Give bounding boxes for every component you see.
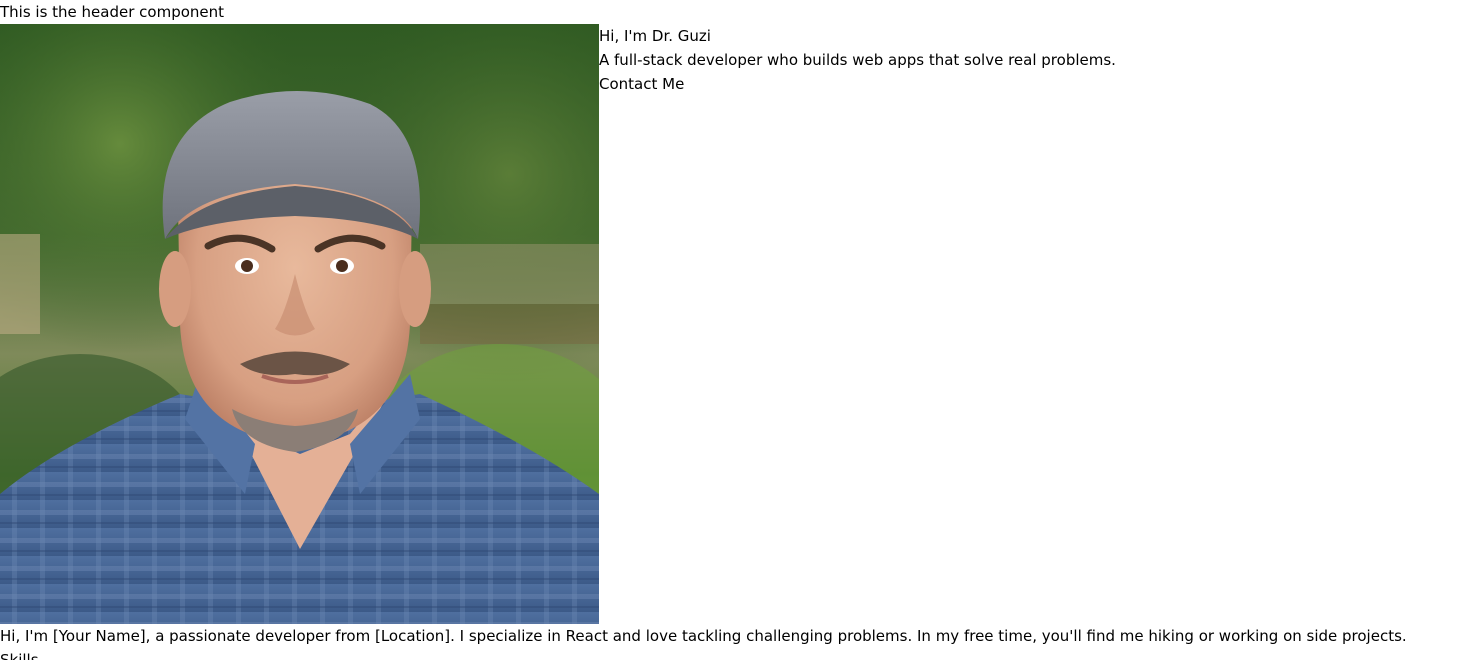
skills-heading: Skills	[0, 651, 39, 660]
header-component: This is the header component	[0, 3, 225, 21]
hero-tagline: A full-stack developer who builds web ap…	[599, 51, 1116, 69]
hero-greeting: Hi, I'm Dr. Guzi	[599, 27, 711, 45]
hero-section: Hi, I'm Dr. Guzi A full-stack developer …	[0, 24, 1470, 624]
contact-me-link[interactable]: Contact Me	[599, 72, 1116, 96]
profile-photo	[0, 24, 599, 624]
hero-text: Hi, I'm Dr. Guzi A full-stack developer …	[599, 24, 1116, 96]
about-text: Hi, I'm [Your Name], a passionate develo…	[0, 627, 1407, 645]
